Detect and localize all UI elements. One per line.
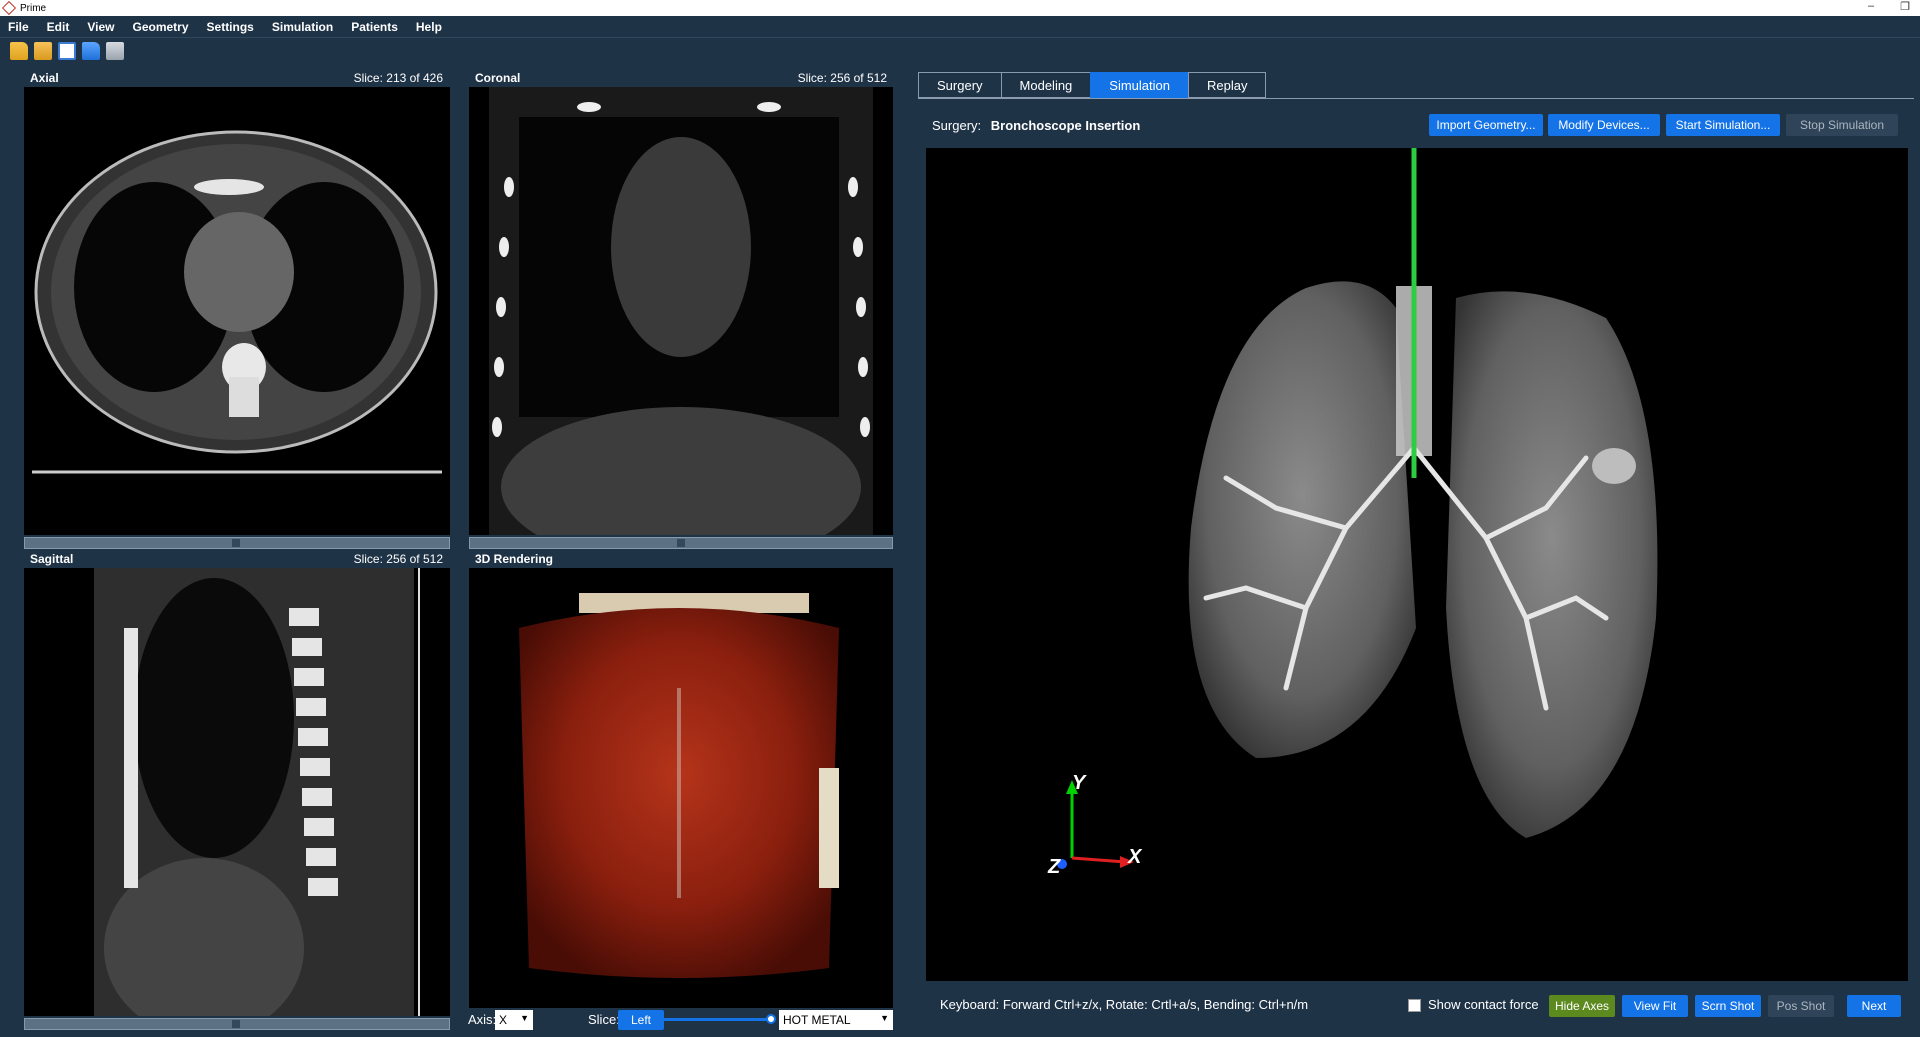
keyboard-hint: Keyboard: Forward Ctrl+z/x, Rotate: Crtl…	[940, 997, 1309, 1012]
window-title: Prime	[20, 2, 47, 14]
mode-tabs: Surgery Modeling Simulation Replay	[918, 72, 1267, 98]
toolbar	[0, 38, 1920, 64]
axis-select[interactable]: X ▼	[495, 1010, 533, 1030]
tab-surgery[interactable]: Surgery	[918, 72, 1002, 98]
axial-viewport[interactable]	[24, 87, 450, 535]
sagittal-scrollbar[interactable]	[24, 1018, 450, 1030]
modify-devices-button[interactable]: Modify Devices...	[1548, 114, 1660, 136]
slice-slider-handle[interactable]	[766, 1014, 776, 1024]
coronal-slice-label: Slice: 256 of 512	[797, 71, 887, 85]
slice-label: Slice:	[588, 1012, 620, 1027]
sagittal-viewport[interactable]	[24, 568, 450, 1037]
surgery-name: Bronchoscope Insertion	[990, 118, 1141, 133]
sagittal-slice-label: Slice: 256 of 512	[353, 552, 443, 566]
axial-slice-label: Slice: 213 of 426	[353, 71, 443, 85]
stop-simulation-button[interactable]: Stop Simulation	[1786, 114, 1898, 136]
volume-rendering-viewport[interactable]	[469, 568, 893, 1008]
lung-3d-model	[1057, 148, 1658, 869]
show-contact-force-checkbox[interactable]	[1408, 999, 1421, 1012]
tab-replay[interactable]: Replay	[1188, 72, 1267, 98]
app-logo-icon	[1, 0, 17, 16]
surgery-info: Surgery: Bronchoscope Insertion	[932, 118, 1140, 133]
tab-modeling[interactable]: Modeling	[1000, 72, 1092, 98]
open-folder-icon[interactable]	[10, 42, 28, 60]
title-bar: Prime – ❐	[0, 0, 1920, 16]
axis-label: Axis:	[468, 1012, 497, 1027]
start-simulation-button[interactable]: Start Simulation...	[1666, 114, 1780, 136]
surgery-label: Surgery:	[932, 118, 982, 133]
open-file-icon[interactable]	[34, 42, 52, 60]
import-geometry-button[interactable]: Import Geometry...	[1429, 114, 1543, 136]
colormap-select[interactable]: HOT METAL ▼	[779, 1010, 893, 1030]
torso-volume-render	[519, 593, 839, 978]
screenshot-button[interactable]: Scrn Shot	[1695, 995, 1761, 1017]
coronal-scrollbar[interactable]	[469, 537, 893, 549]
y-axis-label: Y	[1072, 772, 1086, 794]
menu-edit[interactable]: Edit	[47, 20, 70, 34]
slice-slider[interactable]	[664, 1018, 772, 1021]
menu-simulation[interactable]: Simulation	[272, 20, 333, 34]
next-button[interactable]: Next	[1847, 995, 1901, 1017]
rendering-title: 3D Rendering	[475, 552, 554, 566]
tabs-divider	[918, 98, 1914, 99]
menu-file[interactable]: File	[8, 20, 29, 34]
axial-scrollbar[interactable]	[24, 537, 450, 549]
tab-simulation[interactable]: Simulation	[1090, 72, 1189, 98]
colormap-select-value: HOT METAL	[783, 1013, 851, 1027]
menu-bar: File Edit View Geometry Settings Simulat…	[0, 16, 1920, 38]
screenshot-icon[interactable]	[106, 42, 124, 60]
sagittal-ct-image	[94, 568, 420, 1037]
show-contact-force-label: Show contact force	[1428, 997, 1539, 1012]
document-icon[interactable]	[58, 42, 76, 60]
axial-ct-image	[32, 130, 442, 474]
menu-settings[interactable]: Settings	[207, 20, 254, 34]
hide-axes-button[interactable]: Hide Axes	[1549, 995, 1615, 1017]
minimize-button[interactable]: –	[1868, 0, 1874, 13]
axis-select-value: X	[499, 1013, 508, 1027]
chevron-down-icon: ▼	[880, 1013, 889, 1023]
axial-title: Axial	[30, 71, 59, 85]
blue-folder-icon[interactable]	[82, 42, 100, 60]
menu-geometry[interactable]: Geometry	[132, 20, 188, 34]
menu-view[interactable]: View	[87, 20, 114, 34]
z-axis-label: Z	[1048, 856, 1061, 878]
slice-side-button[interactable]: Left	[618, 1010, 664, 1030]
simulation-viewport[interactable]: Y X Z	[926, 148, 1908, 981]
pos-shot-button[interactable]: Pos Shot	[1768, 995, 1834, 1017]
coronal-title: Coronal	[475, 71, 521, 85]
view-fit-button[interactable]: View Fit	[1622, 995, 1688, 1017]
sagittal-title: Sagittal	[30, 552, 74, 566]
x-axis-label: X	[1128, 846, 1142, 868]
coronal-viewport[interactable]	[469, 87, 893, 567]
chevron-down-icon: ▼	[520, 1013, 529, 1023]
coronal-ct-image	[489, 87, 873, 567]
maximize-button[interactable]: ❐	[1900, 0, 1910, 13]
menu-help[interactable]: Help	[416, 20, 442, 34]
menu-patients[interactable]: Patients	[351, 20, 398, 34]
